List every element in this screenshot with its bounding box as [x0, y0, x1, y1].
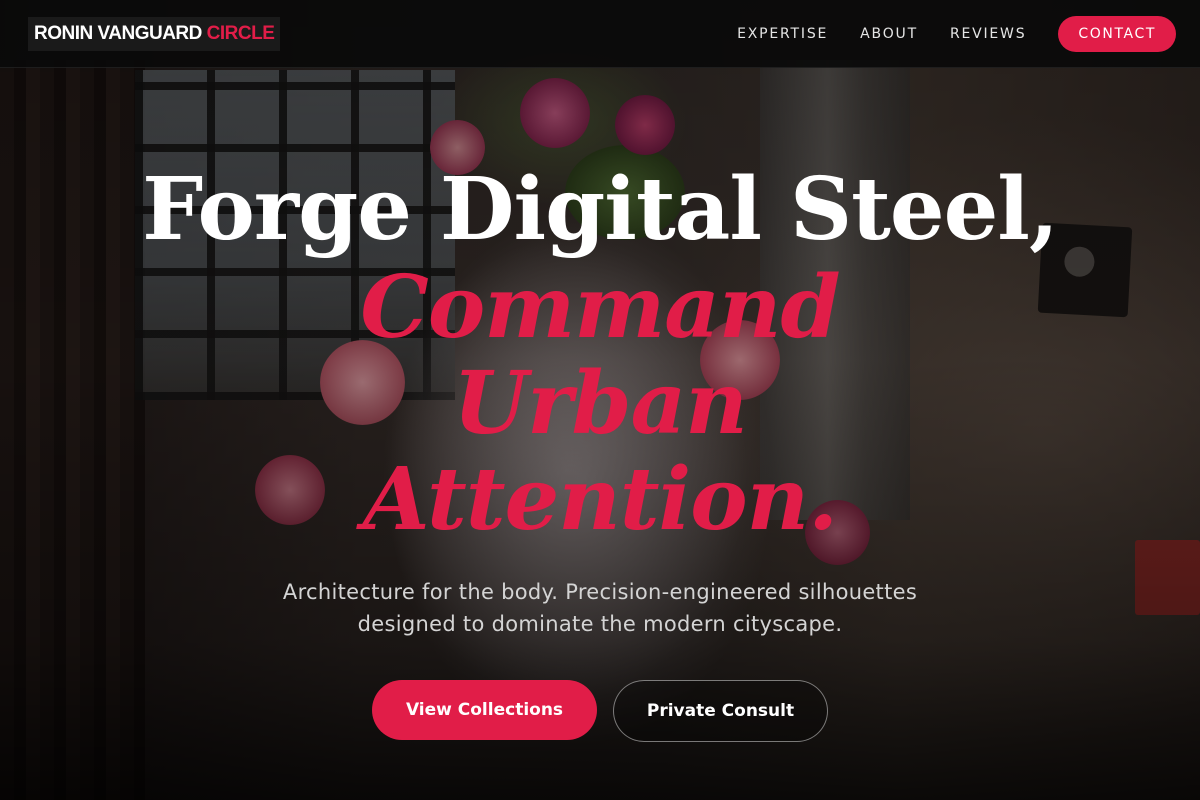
- brand-logo[interactable]: RONIN VANGUARD CIRCLE: [28, 16, 281, 51]
- private-consult-button[interactable]: Private Consult: [613, 680, 828, 742]
- nav-link-expertise[interactable]: EXPERTISE: [737, 26, 828, 42]
- nav-link-about[interactable]: ABOUT: [860, 26, 918, 42]
- nav-links: EXPERTISE ABOUT REVIEWS CONTACT: [705, 15, 1176, 52]
- hero-section: Forge Digital Steel, Command Urban Atten…: [0, 160, 1200, 742]
- nav-link-reviews[interactable]: REVIEWS: [950, 26, 1026, 42]
- contact-button[interactable]: CONTACT: [1058, 15, 1176, 52]
- top-navigation: RONIN VANGUARD CIRCLE EXPERTISE ABOUT RE…: [0, 0, 1200, 68]
- headline-line-2: Command Urban Attention.: [360, 257, 840, 550]
- view-collections-button[interactable]: View Collections: [372, 680, 597, 740]
- hero-headline: Forge Digital Steel, Command Urban Atten…: [0, 160, 1200, 548]
- logo-main-text: RONIN VANGUARD: [34, 22, 202, 44]
- hero-actions: View Collections Private Consult: [0, 680, 1200, 742]
- headline-line-1: Forge Digital Steel,: [142, 159, 1059, 260]
- hero-subtitle: Architecture for the body. Precision-eng…: [282, 580, 918, 636]
- logo-accent-text: CIRCLE: [206, 22, 275, 44]
